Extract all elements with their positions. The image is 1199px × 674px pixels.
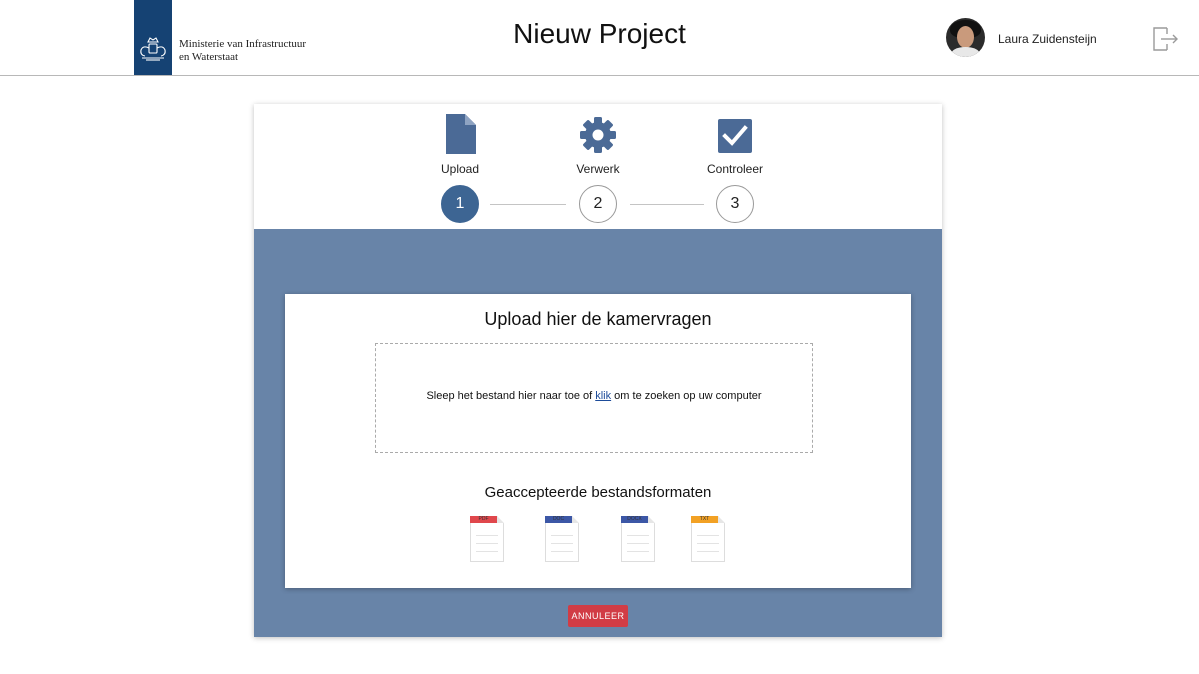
gear-icon <box>580 117 616 153</box>
docx-file-icon: DOCX <box>621 516 655 562</box>
format-label-docx: DOCX <box>621 516 648 523</box>
txt-file-icon: TXT <box>691 516 725 562</box>
step-label-upload: Upload <box>440 162 480 176</box>
step-controleer[interactable]: Controleer <box>675 114 795 176</box>
step-number-3[interactable]: 3 <box>716 185 754 223</box>
dropzone-text-after: om te zoeken op uw computer <box>611 390 762 402</box>
checkbox-icon <box>718 119 752 153</box>
cancel-button[interactable]: ANNULEER <box>568 605 628 627</box>
dropzone-text-before: Sleep het bestand hier naar toe of <box>426 390 596 402</box>
step-connector <box>630 204 704 205</box>
project-wizard-card: Upload Verwerk Controleer 1 2 3 Upload h… <box>254 104 942 637</box>
dropzone-text: Sleep het bestand hier naar toe of klik … <box>376 390 812 402</box>
step-label-verwerk: Verwerk <box>576 162 620 176</box>
file-dropzone[interactable]: Sleep het bestand hier naar toe of klik … <box>375 343 813 453</box>
app-header: Ministerie van Infrastructuur en Waterst… <box>0 0 1199 76</box>
pdf-file-icon: PDF <box>470 516 504 562</box>
content-area: Upload hier de kamervragen Sleep het bes… <box>254 229 942 637</box>
stepper: Upload Verwerk Controleer 1 2 3 <box>254 104 942 229</box>
formats-title: Geaccepteerde bestandsformaten <box>484 484 712 501</box>
step-number-1[interactable]: 1 <box>441 185 479 223</box>
step-label-controleer: Controleer <box>706 162 764 176</box>
upload-title: Upload hier de kamervragen <box>484 309 712 329</box>
step-number-2[interactable]: 2 <box>579 185 617 223</box>
format-label-doc: DOC <box>545 516 572 523</box>
step-verwerk[interactable]: Verwerk <box>538 114 658 176</box>
step-upload[interactable]: Upload <box>400 114 520 176</box>
upload-panel: Upload hier de kamervragen Sleep het bes… <box>285 294 911 588</box>
step-connector <box>490 204 566 205</box>
doc-file-icon: DOC <box>545 516 579 562</box>
format-label-txt: TXT <box>691 516 718 523</box>
ministry-name-line2: en Waterstaat <box>179 51 239 63</box>
logout-icon <box>1153 27 1178 51</box>
logout-button[interactable] <box>1151 24 1179 52</box>
file-icon <box>446 114 476 154</box>
user-name[interactable]: Laura Zuidensteijn <box>998 32 1097 46</box>
avatar[interactable] <box>946 18 985 57</box>
format-label-pdf: PDF <box>470 516 497 523</box>
browse-link[interactable]: klik <box>595 390 611 402</box>
